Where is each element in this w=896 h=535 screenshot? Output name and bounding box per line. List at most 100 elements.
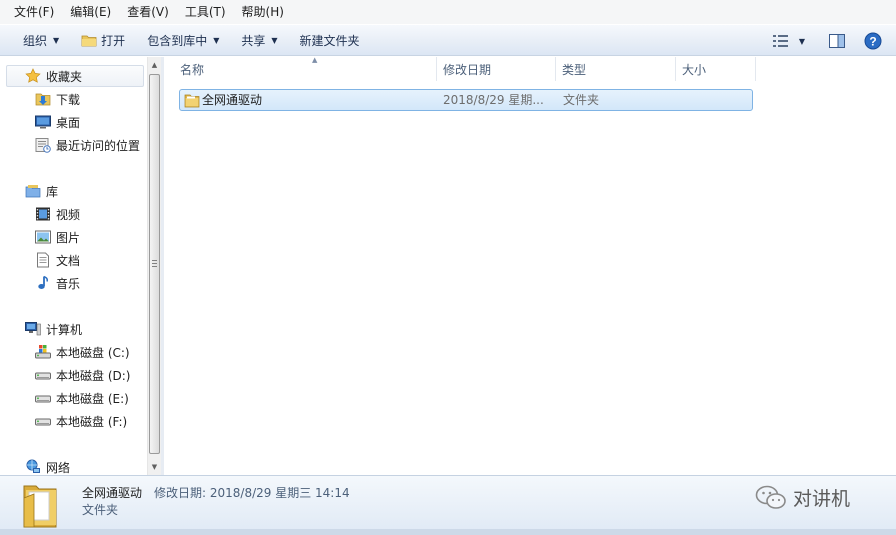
column-name-label: 名称 <box>180 62 205 77</box>
nav-item-label: 本地磁盘 (C:) <box>56 345 130 360</box>
file-type: 文件夹 <box>563 93 600 107</box>
watermark: 对讲机 <box>755 484 850 511</box>
nav-item-label: 音乐 <box>56 276 81 291</box>
change-view-button[interactable] <box>768 28 794 54</box>
nav-item-label: 本地磁盘 (E:) <box>56 391 129 406</box>
column-header-date[interactable]: 修改日期 <box>437 57 556 81</box>
nav-libraries[interactable]: 库 <box>25 180 58 202</box>
file-date: 2018/8/29 星期... <box>443 93 544 107</box>
menu-file[interactable]: 文件(F) <box>6 2 62 22</box>
navigation-scrollbar[interactable]: ▲ ▼ <box>147 57 161 475</box>
toolbar-right: ▼ ? <box>768 28 888 54</box>
view-list-icon <box>773 35 788 47</box>
library-icon <box>25 185 41 198</box>
column-date-label: 修改日期 <box>443 62 492 77</box>
column-header-type[interactable]: 类型 <box>556 57 676 81</box>
watermark-text: 对讲机 <box>793 488 851 510</box>
hard-drive-icon <box>35 395 51 403</box>
open-button[interactable]: 打开 <box>70 27 136 53</box>
nav-computer-label: 计算机 <box>46 322 83 337</box>
nav-item-label: 本地磁盘 (D:) <box>56 368 131 383</box>
menu-view[interactable]: 查看(V) <box>119 2 177 22</box>
nav-favorites-label: 收藏夹 <box>46 69 83 84</box>
downloads-folder-icon <box>35 93 51 106</box>
nav-item-desktop[interactable]: 桌面 <box>35 111 80 133</box>
recent-places-icon <box>35 138 51 153</box>
nav-item-label: 下载 <box>56 92 81 107</box>
svg-text:?: ? <box>869 35 876 49</box>
nav-network[interactable]: 网络 <box>25 456 70 475</box>
menu-tools[interactable]: 工具(T) <box>177 2 234 22</box>
dropdown-arrow-icon: ▼ <box>53 35 60 45</box>
selected-item-type: 文件夹 <box>82 503 119 517</box>
column-type-label: 类型 <box>562 62 587 77</box>
include-library-label: 包含到库中 <box>147 33 208 48</box>
preview-pane-icon <box>829 34 845 48</box>
scrollbar-thumb[interactable] <box>149 74 160 454</box>
column-header-size[interactable]: 大小 <box>676 57 756 81</box>
nav-item-drive-f[interactable]: 本地磁盘 (F:) <box>35 410 127 432</box>
help-icon: ? <box>864 32 882 50</box>
grip-icon <box>152 260 157 267</box>
computer-icon <box>25 322 41 336</box>
nav-item-label: 本地磁盘 (F:) <box>56 414 128 429</box>
organize-label: 组织 <box>23 33 48 48</box>
music-icon <box>38 275 48 289</box>
selected-item-name: 全网通驱动 <box>82 486 143 500</box>
dropdown-arrow-icon: ▼ <box>798 36 806 46</box>
nav-network-label: 网络 <box>46 460 71 475</box>
nav-item-pictures[interactable]: 图片 <box>35 226 80 248</box>
system-drive-icon <box>35 345 51 359</box>
nav-item-drive-e[interactable]: 本地磁盘 (E:) <box>35 387 129 409</box>
help-button[interactable]: ? <box>858 28 888 54</box>
selected-item-modified: 修改日期: 2018/8/29 星期三 14:14 <box>154 486 350 500</box>
command-bar: 组织 ▼ 打开 包含到库中 ▼ 共享 ▼ 新建文件夹 ▼ ? <box>0 24 896 56</box>
navigation-pane: 收藏夹 下载 桌面 最近访问的位置 库 视频 图片 文档 音乐 计算机 本地磁盘… <box>0 57 147 475</box>
nav-item-videos[interactable]: 视频 <box>35 203 80 225</box>
include-in-library-button[interactable]: 包含到库中 ▼ <box>136 27 230 53</box>
scroll-down-icon[interactable]: ▼ <box>148 460 161 474</box>
column-size-label: 大小 <box>682 62 707 77</box>
nav-item-downloads[interactable]: 下载 <box>35 88 80 110</box>
file-row[interactable]: 全网通驱动 2018/8/29 星期... 文件夹 <box>179 89 753 111</box>
menu-bar: 文件(F) 编辑(E) 查看(V) 工具(T) 帮助(H) <box>0 0 896 24</box>
nav-item-label: 最近访问的位置 <box>56 138 141 153</box>
details-pane: 全网通驱动 修改日期: 2018/8/29 星期三 14:14 文件夹 对讲机 <box>0 475 896 535</box>
file-name: 全网通驱动 <box>202 93 263 107</box>
view-options-button[interactable]: ▼ <box>794 28 810 54</box>
sort-ascending-icon: ▲ <box>312 56 318 64</box>
nav-libraries-label: 库 <box>46 184 59 199</box>
open-folder-icon <box>81 35 97 47</box>
nav-item-label: 文档 <box>56 253 81 268</box>
nav-item-music[interactable]: 音乐 <box>35 272 80 294</box>
network-icon <box>26 459 40 473</box>
wechat-icon <box>755 485 786 509</box>
nav-item-documents[interactable]: 文档 <box>35 249 80 271</box>
window-bottom-border <box>0 529 896 535</box>
preview-pane-button[interactable] <box>822 28 852 54</box>
organize-button[interactable]: 组织 ▼ <box>12 27 70 53</box>
nav-favorites[interactable]: 收藏夹 <box>6 65 144 87</box>
nav-item-label: 桌面 <box>56 115 81 130</box>
share-button[interactable]: 共享 ▼ <box>230 27 288 53</box>
nav-item-drive-c[interactable]: 本地磁盘 (C:) <box>35 341 130 363</box>
nav-computer[interactable]: 计算机 <box>25 318 82 340</box>
hard-drive-icon <box>35 372 51 380</box>
column-header-name[interactable]: 名称 ▲ <box>174 56 437 81</box>
nav-item-drive-d[interactable]: 本地磁盘 (D:) <box>35 364 130 386</box>
menu-help[interactable]: 帮助(H) <box>234 2 292 22</box>
nav-item-recent-places[interactable]: 最近访问的位置 <box>35 134 140 156</box>
new-folder-button[interactable]: 新建文件夹 <box>289 27 371 53</box>
nav-item-label: 图片 <box>56 230 81 245</box>
star-icon <box>25 68 41 83</box>
open-label: 打开 <box>101 33 126 48</box>
pictures-icon <box>35 230 51 244</box>
folder-icon <box>184 94 200 108</box>
scroll-up-icon[interactable]: ▲ <box>148 58 161 72</box>
documents-icon <box>37 252 49 268</box>
new-folder-label: 新建文件夹 <box>299 33 360 48</box>
share-label: 共享 <box>241 33 266 48</box>
large-folder-icon <box>23 485 57 528</box>
dropdown-arrow-icon: ▼ <box>213 35 220 45</box>
menu-edit[interactable]: 编辑(E) <box>62 2 119 22</box>
